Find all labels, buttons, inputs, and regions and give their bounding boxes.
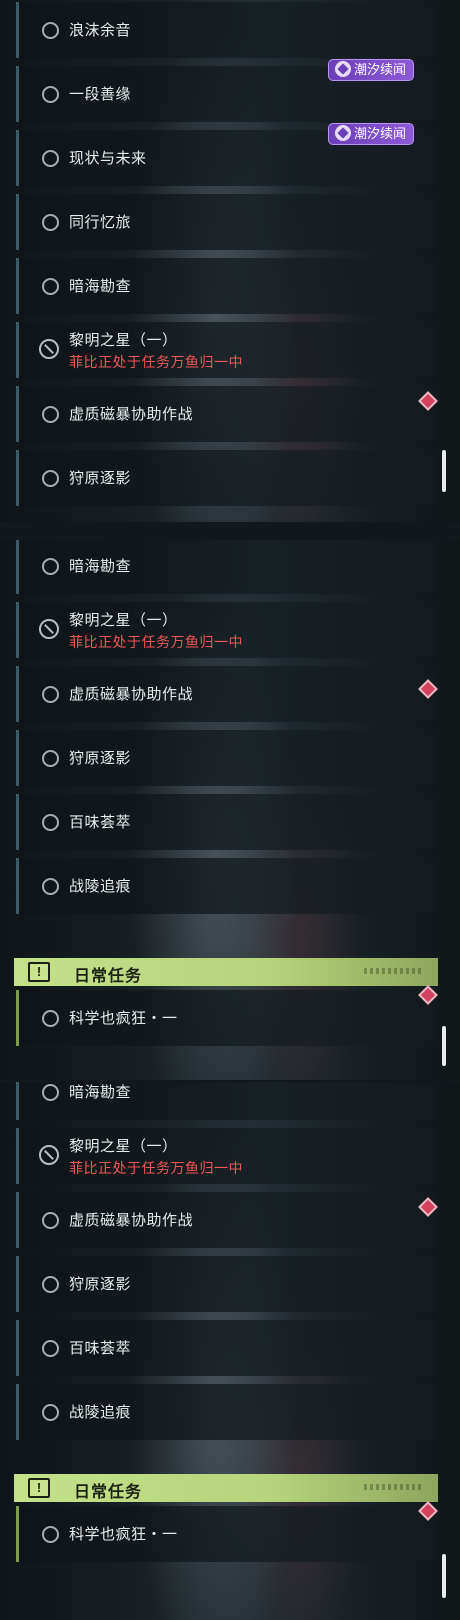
- quest-item[interactable]: 狩原逐影: [16, 730, 438, 786]
- quest-list-panel-3: 暗海勘查 黎明之星（一） 菲比正处于任务万鱼归一中 虚质磁暴协助作战 狩原逐影 …: [0, 1082, 460, 1620]
- quest-item[interactable]: 暗海勘查: [16, 540, 438, 594]
- quest-title: 一段善缘: [69, 86, 132, 103]
- quest-item[interactable]: 狩原逐影: [16, 450, 438, 506]
- quest-item-daily[interactable]: 科学也疯狂・一: [16, 990, 438, 1046]
- quest-item[interactable]: 百味荟萃: [16, 794, 438, 850]
- quest-status-circle-icon: [42, 86, 59, 103]
- quest-status-circle-icon: [42, 558, 59, 575]
- blocked-icon: [39, 619, 59, 639]
- quest-item[interactable]: 战陵追痕: [16, 858, 438, 914]
- quest-title: 狩原逐影: [69, 470, 132, 487]
- quest-status-circle-icon: [42, 878, 59, 895]
- quest-title: 暗海勘查: [69, 1084, 132, 1101]
- quest-status-circle-icon: [42, 814, 59, 831]
- tide-badge: 潮汐续闻: [327, 59, 414, 81]
- quest-status-circle-icon: [42, 214, 59, 231]
- quest-title: 现状与未来: [69, 150, 147, 167]
- scrollbar-thumb[interactable]: [442, 450, 446, 492]
- quest-title: 暗海勘查: [69, 278, 132, 295]
- quest-blocked-note: 菲比正处于任务万鱼归一中: [69, 354, 243, 370]
- section-title: 日常任务: [74, 1484, 143, 1501]
- quest-title: 科学也疯狂・一: [69, 1010, 178, 1027]
- quest-title: 百味荟萃: [69, 1340, 132, 1357]
- quest-title: 战陵追痕: [69, 1404, 132, 1421]
- quest-title: 浪沫余音: [69, 22, 132, 39]
- tide-badge-icon: [334, 61, 351, 77]
- blocked-icon: [39, 339, 59, 359]
- quest-item[interactable]: 战陵追痕: [16, 1384, 438, 1440]
- quest-title: 狩原逐影: [69, 1276, 132, 1293]
- quest-title: 黎明之星（一）: [69, 612, 178, 629]
- scrollbar-thumb[interactable]: [442, 1554, 446, 1598]
- quest-title: 战陵追痕: [69, 878, 132, 895]
- quest-item[interactable]: 虚质磁暴协助作战: [16, 666, 438, 722]
- quest-item[interactable]: 百味荟萃: [16, 1320, 438, 1376]
- quest-status-circle-icon: [42, 1010, 59, 1027]
- quest-status-circle-icon: [42, 406, 59, 423]
- quest-list-panel-1: 浪沫余音 一段善缘 潮汐续闻 现状与未来 潮汐续闻 同行忆旅 暗海勘查 黎明之星…: [0, 0, 460, 522]
- quest-status-circle-icon: [42, 22, 59, 39]
- quest-item[interactable]: 一段善缘 潮汐续闻: [16, 59, 438, 122]
- quest-item[interactable]: 暗海勘查: [16, 258, 438, 314]
- quest-title: 虚质磁暴协助作战: [69, 686, 194, 703]
- quest-title: 同行忆旅: [69, 214, 132, 231]
- quest-item-blocked[interactable]: 黎明之星（一） 菲比正处于任务万鱼归一中: [16, 602, 438, 658]
- quest-item[interactable]: 暗海勘查: [16, 1082, 438, 1120]
- quest-status-circle-icon: [42, 470, 59, 487]
- quest-title: 黎明之星（一）: [69, 1138, 178, 1155]
- exclamation-icon: !: [28, 1478, 50, 1498]
- quest-item[interactable]: 浪沫余音: [16, 2, 438, 58]
- section-title: 日常任务: [74, 968, 143, 985]
- tide-badge-icon: [334, 125, 351, 141]
- section-deco: [364, 968, 424, 974]
- section-deco: [364, 1484, 424, 1490]
- quest-status-circle-icon: [42, 686, 59, 703]
- quest-status-circle-icon: [42, 1276, 59, 1293]
- quest-title: 黎明之星（一）: [69, 332, 178, 349]
- quest-item-blocked[interactable]: 黎明之星（一） 菲比正处于任务万鱼归一中: [16, 1128, 438, 1184]
- quest-status-circle-icon: [42, 1526, 59, 1543]
- quest-title: 虚质磁暴协助作战: [69, 1212, 194, 1229]
- tide-badge-label: 潮汐续闻: [353, 126, 406, 141]
- exclamation-icon: !: [28, 962, 50, 982]
- blocked-icon: [39, 1145, 59, 1165]
- quest-status-circle-icon: [42, 1340, 59, 1357]
- quest-blocked-note: 菲比正处于任务万鱼归一中: [69, 634, 243, 650]
- quest-status-circle-icon: [42, 150, 59, 167]
- quest-item[interactable]: 虚质磁暴协助作战: [16, 386, 438, 442]
- quest-status-circle-icon: [42, 1084, 59, 1101]
- quest-item[interactable]: 虚质磁暴协助作战: [16, 1192, 438, 1248]
- quest-blocked-note: 菲比正处于任务万鱼归一中: [69, 1160, 243, 1176]
- quest-status-circle-icon: [42, 1404, 59, 1421]
- quest-status-circle-icon: [42, 750, 59, 767]
- quest-title: 百味荟萃: [69, 814, 132, 831]
- quest-title: 暗海勘查: [69, 558, 132, 575]
- quest-title: 虚质磁暴协助作战: [69, 406, 194, 423]
- quest-status-circle-icon: [42, 278, 59, 295]
- quest-title: 狩原逐影: [69, 750, 132, 767]
- quest-item[interactable]: 同行忆旅: [16, 194, 438, 250]
- quest-list-panel-2: 暗海勘查 黎明之星（一） 菲比正处于任务万鱼归一中 虚质磁暴协助作战 狩原逐影 …: [0, 540, 460, 1080]
- tide-badge-label: 潮汐续闻: [353, 62, 406, 77]
- section-header-daily[interactable]: ! 日常任务: [14, 1474, 438, 1502]
- quest-title: 科学也疯狂・一: [69, 1526, 178, 1543]
- scrollbar-thumb[interactable]: [442, 1026, 446, 1066]
- tide-badge: 潮汐续闻: [327, 123, 414, 145]
- quest-item[interactable]: 现状与未来 潮汐续闻: [16, 123, 438, 186]
- section-header-daily[interactable]: ! 日常任务: [14, 958, 438, 986]
- quest-status-circle-icon: [42, 1212, 59, 1229]
- quest-item-blocked[interactable]: 黎明之星（一） 菲比正处于任务万鱼归一中: [16, 322, 438, 378]
- quest-item-daily[interactable]: 科学也疯狂・一: [16, 1506, 438, 1562]
- quest-item[interactable]: 狩原逐影: [16, 1256, 438, 1312]
